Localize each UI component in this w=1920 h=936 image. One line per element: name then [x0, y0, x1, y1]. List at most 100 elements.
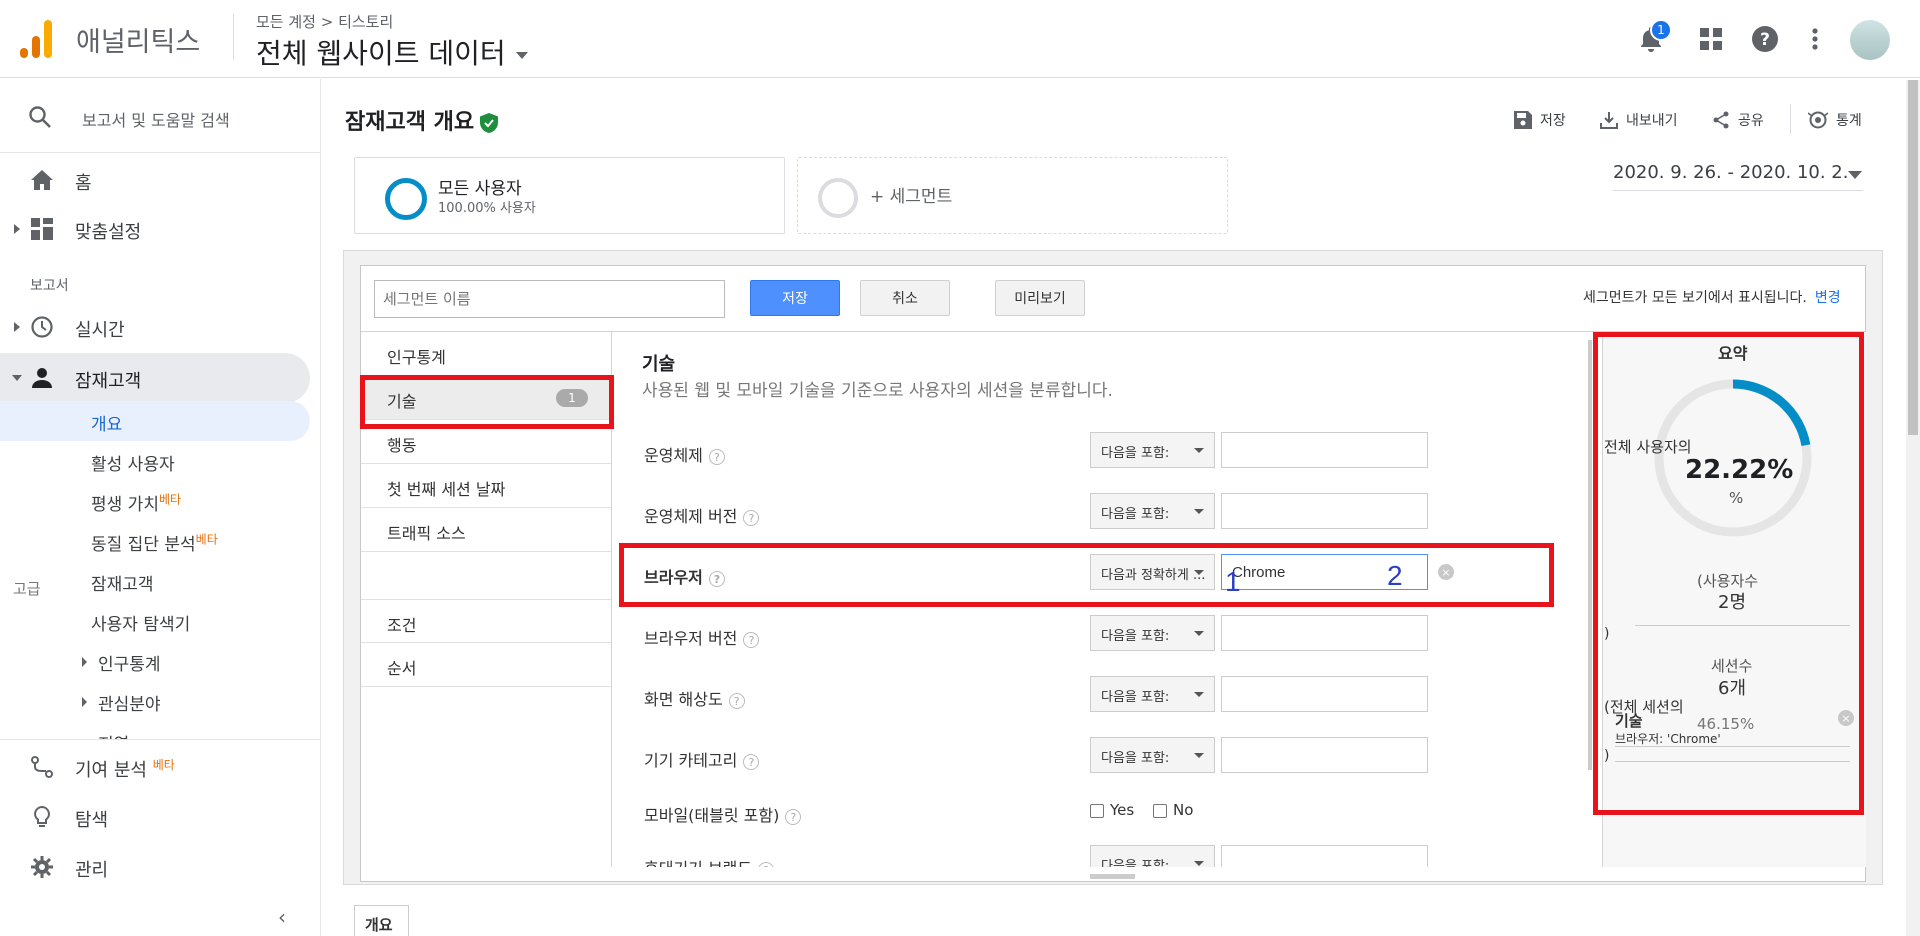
- nav-customization[interactable]: 맞춤설정: [0, 204, 310, 254]
- caret-down-icon: [1194, 861, 1204, 866]
- filter-label: 운영체제: [644, 446, 703, 465]
- property-name: 전체 웹사이트 데이터: [256, 37, 506, 70]
- home-icon: [31, 170, 53, 190]
- help-icon[interactable]: ?: [708, 448, 725, 465]
- help-button[interactable]: ?: [1750, 24, 1780, 54]
- filter-value-input[interactable]: [1221, 432, 1428, 468]
- category-sequences[interactable]: 순서: [361, 643, 611, 687]
- toolbar-divider: [1790, 104, 1791, 134]
- category-conditions[interactable]: 조건: [361, 599, 611, 643]
- nav-lifetime-value[interactable]: 평생 가치베타: [0, 481, 310, 521]
- nav-active-users[interactable]: 활성 사용자: [0, 441, 310, 481]
- help-icon[interactable]: ?: [785, 808, 802, 825]
- change-visibility-link[interactable]: 변경: [1815, 290, 1841, 306]
- dashboard-icon: [31, 218, 53, 240]
- add-segment-button[interactable]: + 세그먼트: [797, 157, 1228, 234]
- filter-value-input[interactable]: [1221, 493, 1428, 529]
- help-icon[interactable]: ?: [728, 692, 745, 709]
- account-avatar[interactable]: [1850, 20, 1890, 60]
- nav-geo[interactable]: 지역: [0, 721, 310, 739]
- caret-down-icon: [1194, 448, 1204, 453]
- operator-select[interactable]: 다음을 포함:: [1090, 845, 1215, 867]
- export-button[interactable]: 내보내기: [1600, 108, 1678, 132]
- operator-select[interactable]: 다음을 포함:: [1090, 493, 1215, 529]
- filter-row-mobile-brand: 휴대기기 브랜드? 다음을 포함:: [614, 845, 1574, 867]
- collapse-nav-button[interactable]: ‹: [278, 905, 286, 929]
- editor-resize-handle[interactable]: [1090, 874, 1135, 879]
- nav-admin[interactable]: 관리: [0, 842, 310, 892]
- segment-card-all-users[interactable]: 모든 사용자 100.00% 사용자: [354, 157, 785, 234]
- help-icon[interactable]: ?: [743, 753, 760, 770]
- form-scrollbar[interactable]: [1588, 340, 1592, 770]
- property-selector[interactable]: 전체 웹사이트 데이터: [256, 32, 528, 72]
- nav-user-explorer[interactable]: 사용자 탐색기: [0, 601, 310, 641]
- nav-sub-label: 인구통계: [98, 655, 161, 675]
- operator-value: 다음을 포함:: [1101, 859, 1170, 867]
- cancel-segment-button[interactable]: 취소: [860, 280, 950, 316]
- help-icon[interactable]: ?: [743, 509, 760, 526]
- operator-select[interactable]: 다음을 포함:: [1090, 676, 1215, 712]
- date-underline: [1613, 190, 1863, 191]
- filter-label: 기기 카테고리: [644, 751, 738, 770]
- nav-demographics[interactable]: 인구통계: [0, 641, 310, 681]
- mobile-no-checkbox[interactable]: [1153, 803, 1167, 818]
- nav-sub-label: 관심분야: [98, 695, 161, 715]
- nav-sub-label: 동질 집단 분석: [91, 535, 196, 555]
- filter-value-input[interactable]: [1221, 615, 1428, 651]
- help-icon: ?: [1752, 26, 1778, 52]
- filter-value-input[interactable]: [1221, 845, 1428, 867]
- filter-value-input[interactable]: [1221, 737, 1428, 773]
- operator-select[interactable]: 다음을 포함:: [1090, 737, 1215, 773]
- date-range-picker[interactable]: 2020. 9. 26. - 2020. 10. 2.: [1613, 162, 1849, 183]
- more-vert-icon: [1812, 28, 1818, 50]
- nav-audiences[interactable]: 잠재고객: [0, 561, 310, 601]
- mobile-yes-checkbox[interactable]: [1090, 803, 1104, 818]
- share-button[interactable]: 공유: [1712, 108, 1764, 132]
- category-demographics[interactable]: 인구통계: [361, 332, 611, 376]
- page-title: 잠재고객 개요: [345, 104, 499, 136]
- caret-down-icon[interactable]: [1848, 171, 1862, 179]
- nav-attribution[interactable]: 기여 분석 베타: [0, 742, 310, 792]
- form-title: 기술: [642, 354, 676, 375]
- nav-cohort-analysis[interactable]: 동질 집단 분석베타: [0, 521, 310, 561]
- more-options-button[interactable]: [1800, 24, 1830, 54]
- filter-row-screen-resolution: 화면 해상도? 다음을 포함:: [614, 676, 1574, 716]
- filter-value-input[interactable]: [1221, 676, 1428, 712]
- account-breadcrumb[interactable]: 모든 계정 > 티스토리: [256, 11, 393, 32]
- save-segment-button[interactable]: 저장: [750, 280, 840, 316]
- tab-overview[interactable]: 개요: [354, 905, 409, 936]
- nav-realtime[interactable]: 실시간: [0, 302, 310, 352]
- analytics-logo-icon[interactable]: [20, 20, 52, 58]
- category-traffic-source[interactable]: 트래픽 소스: [361, 508, 611, 552]
- category-label: 행동: [387, 436, 417, 455]
- operator-select[interactable]: 다음을 포함:: [1090, 432, 1215, 468]
- help-icon[interactable]: ?: [743, 631, 760, 648]
- filter-label: 브라우저 버전: [644, 629, 738, 648]
- category-first-session-date[interactable]: 첫 번째 세션 날짜: [361, 464, 611, 508]
- operator-select[interactable]: 다음을 포함:: [1090, 615, 1215, 651]
- apps-button[interactable]: [1696, 24, 1726, 54]
- nav-search[interactable]: 보고서 및 도움말 검색: [0, 79, 321, 153]
- nav-audience[interactable]: 잠재고객: [0, 353, 310, 403]
- insights-button[interactable]: 통계: [1808, 108, 1862, 132]
- nav-discover[interactable]: 탐색: [0, 792, 310, 842]
- share-icon: [1713, 111, 1729, 129]
- annotation-box-summary: [1593, 332, 1864, 815]
- page-scrollbar-thumb[interactable]: [1908, 80, 1918, 435]
- nav-divider: [0, 739, 321, 740]
- nav-audience-overview[interactable]: 개요: [0, 401, 310, 441]
- nav-attribution-label: 기여 분석: [75, 760, 147, 781]
- save-report-button[interactable]: 저장: [1514, 108, 1566, 132]
- gear-icon: [31, 856, 53, 878]
- attribution-icon: [31, 756, 53, 778]
- preview-segment-button[interactable]: 미리보기: [995, 280, 1085, 316]
- help-icon[interactable]: ?: [758, 861, 775, 867]
- expand-arrow-icon: [82, 657, 87, 667]
- apps-grid-icon: [1700, 28, 1722, 50]
- nav-interests[interactable]: 관심분야: [0, 681, 310, 721]
- category-label: 첫 번째 세션 날짜: [387, 480, 506, 499]
- search-icon: [29, 106, 51, 128]
- segment-name-input[interactable]: [374, 280, 725, 318]
- nav-home[interactable]: 홈: [0, 155, 310, 205]
- header-divider: [233, 14, 234, 60]
